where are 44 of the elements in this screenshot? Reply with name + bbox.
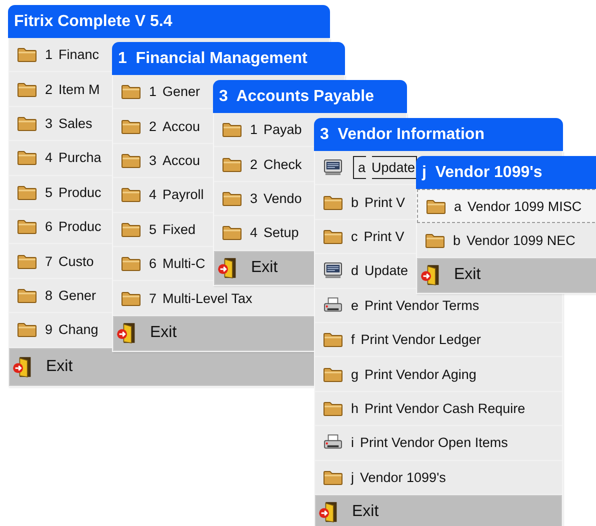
folder-icon bbox=[121, 255, 141, 272]
folder-icon bbox=[222, 190, 242, 207]
folder-icon bbox=[323, 468, 343, 486]
folder-icon bbox=[323, 228, 343, 245]
folder-icon bbox=[17, 286, 37, 304]
folder-icon bbox=[323, 366, 343, 383]
menu-title: 1 Financial Management bbox=[112, 42, 345, 75]
menu-item[interactable]: a Vendor 1099 MISC bbox=[417, 189, 596, 224]
folder-icon bbox=[17, 321, 37, 338]
folder-icon bbox=[222, 121, 242, 138]
folder-icon bbox=[323, 331, 343, 348]
menu-item[interactable]: Exit bbox=[315, 494, 562, 526]
folder-icon bbox=[17, 184, 37, 201]
folder-icon bbox=[121, 220, 141, 238]
menu-item[interactable]: f Print Vendor Ledger bbox=[315, 322, 562, 358]
menu-title: 3 Accounts Payable bbox=[213, 80, 407, 113]
folder-icon bbox=[323, 400, 343, 417]
folder-icon bbox=[426, 198, 446, 215]
folder-icon bbox=[121, 83, 141, 100]
folder-icon bbox=[323, 194, 343, 211]
menu-item[interactable]: Exit bbox=[417, 258, 596, 293]
folder-icon bbox=[121, 290, 141, 307]
folder-icon bbox=[121, 118, 141, 135]
folder-icon bbox=[17, 46, 37, 64]
monitor-icon bbox=[323, 159, 343, 176]
folder-icon bbox=[17, 80, 37, 98]
menu-title: 3 Vendor Information bbox=[314, 118, 563, 151]
menu-item[interactable]: i Print Vendor Open Items bbox=[315, 426, 562, 461]
folder-icon bbox=[17, 114, 37, 132]
folder-icon bbox=[121, 152, 141, 169]
printer-icon bbox=[323, 434, 343, 452]
folder-icon bbox=[17, 252, 37, 270]
printer-icon bbox=[323, 296, 343, 314]
menu-title: Fitrix Complete V 5.4 bbox=[8, 5, 330, 38]
menu-item[interactable]: g Print Vendor Aging bbox=[315, 357, 562, 392]
menu-item[interactable]: h Print Vendor Cash Require bbox=[315, 392, 562, 426]
monitor-icon bbox=[323, 262, 343, 280]
folder-icon bbox=[17, 149, 37, 166]
menu-title: j Vendor 1099's bbox=[416, 156, 596, 189]
folder-icon bbox=[222, 156, 242, 173]
folder-icon bbox=[425, 232, 445, 249]
folder-icon bbox=[17, 218, 37, 236]
folder-icon bbox=[121, 186, 141, 204]
folder-icon bbox=[222, 224, 242, 242]
